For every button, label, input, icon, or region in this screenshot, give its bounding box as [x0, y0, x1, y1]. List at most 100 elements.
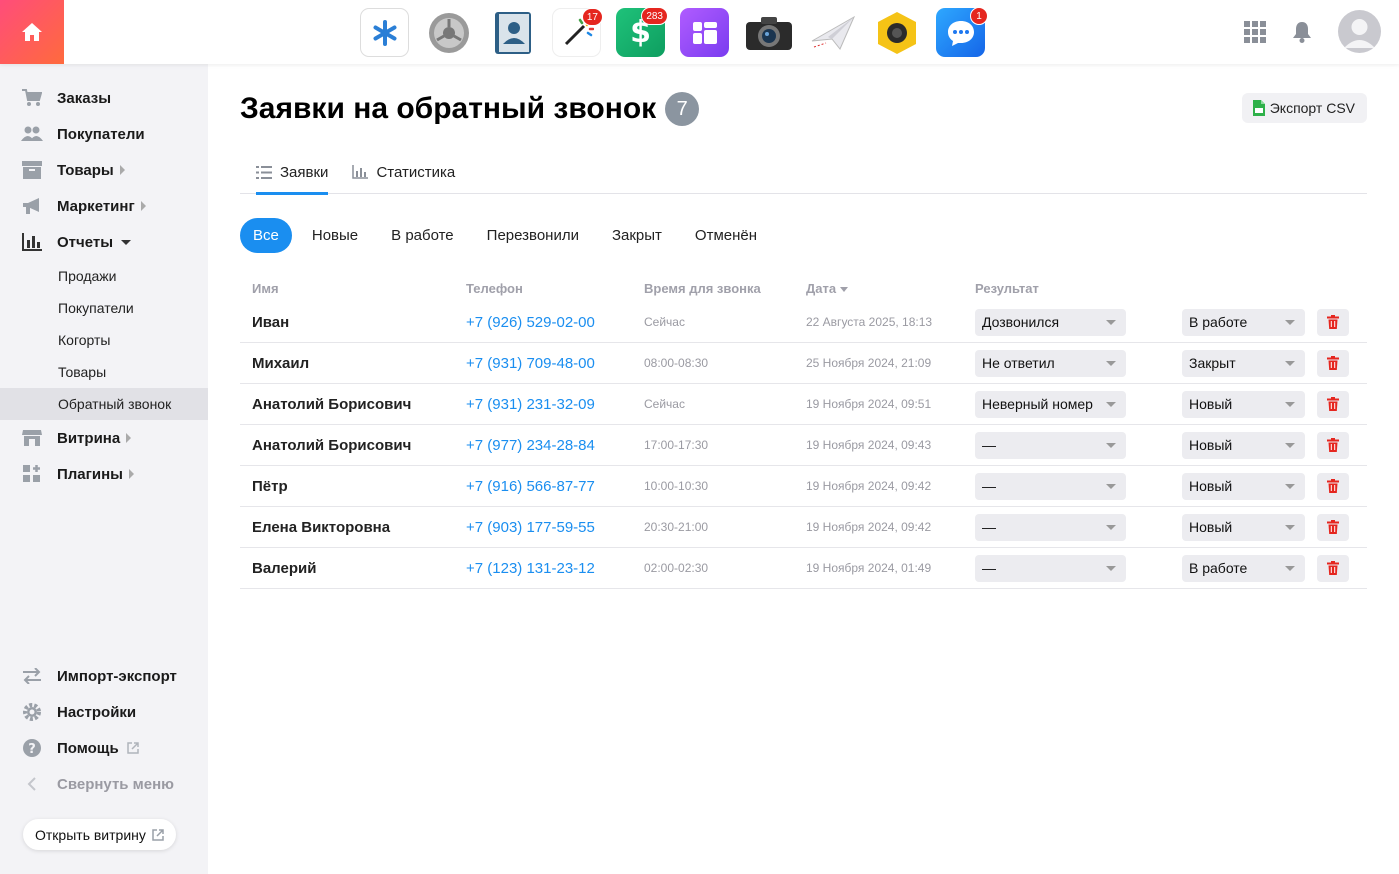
column-header-result[interactable]: Результат: [964, 281, 1182, 296]
sidebar-item-settings[interactable]: Настройки: [0, 694, 208, 730]
delete-button[interactable]: [1317, 431, 1349, 459]
sidebar-item-marketing[interactable]: Маркетинг: [0, 188, 208, 224]
status-select[interactable]: Новый: [1182, 513, 1305, 541]
status-select[interactable]: Новый: [1182, 431, 1305, 459]
call-time: 08:00-08:30: [644, 356, 709, 370]
table-header: Имя Телефон Время для звонка Дата Резуль…: [240, 274, 1367, 302]
paper-plane-app-icon[interactable]: [808, 8, 857, 57]
result-select[interactable]: —: [975, 513, 1126, 541]
phone-link[interactable]: +7 (977) 234-28-84: [454, 437, 632, 454]
column-header-date[interactable]: Дата: [794, 281, 964, 296]
contacts-book-app-icon[interactable]: [488, 8, 537, 57]
swap-arrows-icon: [21, 665, 43, 687]
status-select[interactable]: В работе: [1182, 308, 1305, 336]
camera-app-icon[interactable]: [744, 8, 793, 57]
status-select-value: В работе: [1189, 314, 1248, 330]
filter-closed[interactable]: Закрыт: [599, 218, 675, 253]
sidebar-item-label: Витрина: [57, 429, 121, 447]
result-select[interactable]: —: [975, 431, 1126, 459]
requester-name: Пётр: [252, 477, 288, 495]
status-select[interactable]: В работе: [1182, 554, 1305, 582]
tab-label: Заявки: [280, 163, 329, 181]
filter-called-back[interactable]: Перезвонили: [474, 218, 592, 253]
sidebar-item-label: Настройки: [57, 703, 137, 721]
sidebar: Заказы Покупатели Товары Маркетинг Отчет…: [0, 64, 208, 874]
sidebar-subitem-sales[interactable]: Продажи: [0, 260, 208, 292]
filter-all[interactable]: Все: [240, 218, 292, 253]
delete-button[interactable]: [1317, 308, 1349, 336]
sidebar-item-label: Помощь: [57, 739, 119, 757]
result-select[interactable]: Не ответил: [975, 349, 1126, 377]
sidebar-item-orders[interactable]: Заказы: [0, 80, 208, 116]
sidebar-subitem-customers[interactable]: Покупатели: [0, 292, 208, 324]
request-date: 22 Августа 2025, 18:13: [806, 315, 933, 329]
caret-down-icon: [1285, 401, 1295, 407]
trash-icon: [1327, 438, 1339, 452]
user-avatar-icon[interactable]: [1338, 10, 1381, 53]
status-select-value: Новый: [1189, 437, 1233, 453]
open-store-button[interactable]: Открыть витрину: [23, 819, 176, 850]
column-header-phone[interactable]: Телефон: [454, 281, 632, 296]
phone-link[interactable]: +7 (903) 177-59-55: [454, 519, 632, 536]
chat-app-icon[interactable]: 1: [936, 7, 988, 57]
webcam-app-icon[interactable]: [872, 8, 921, 57]
status-select[interactable]: Новый: [1182, 472, 1305, 500]
sidebar-item-products[interactable]: Товары: [0, 152, 208, 188]
chevron-down-icon: [121, 239, 132, 245]
sidebar-item-label: Заказы: [57, 89, 112, 107]
delete-button[interactable]: [1317, 554, 1349, 582]
sidebar-collapse-menu[interactable]: Свернуть меню: [0, 766, 208, 802]
result-select-value: —: [982, 478, 996, 494]
bell-icon[interactable]: [1292, 21, 1312, 43]
column-header-time[interactable]: Время для звонка: [632, 281, 794, 296]
sidebar-item-import-export[interactable]: Импорт-экспорт: [0, 658, 208, 694]
table-row: Валерий +7 (123) 131-23-12 02:00-02:30 1…: [240, 548, 1367, 589]
phone-link[interactable]: +7 (931) 231-32-09: [454, 396, 632, 413]
table-row: Иван +7 (926) 529-02-00 Сейчас 22 Август…: [240, 302, 1367, 343]
delete-button[interactable]: [1317, 390, 1349, 418]
result-select[interactable]: Дозвонился: [975, 308, 1126, 336]
filter-new[interactable]: Новые: [299, 218, 371, 253]
result-select[interactable]: —: [975, 554, 1126, 582]
dollar-app-icon[interactable]: $ 283: [616, 7, 668, 57]
delete-button[interactable]: [1317, 513, 1349, 541]
sidebar-item-customers[interactable]: Покупатели: [0, 116, 208, 152]
result-select-value: —: [982, 560, 996, 576]
delete-button[interactable]: [1317, 472, 1349, 500]
phone-link[interactable]: +7 (926) 529-02-00: [454, 314, 632, 331]
status-select-value: В работе: [1189, 560, 1248, 576]
sidebar-subitem-products[interactable]: Товары: [0, 356, 208, 388]
home-button[interactable]: [0, 0, 64, 64]
filter-in-progress[interactable]: В работе: [378, 218, 467, 253]
delete-button[interactable]: [1317, 349, 1349, 377]
settings-gear-app-icon[interactable]: [424, 8, 473, 57]
snowflake-app-icon[interactable]: [360, 8, 409, 57]
phone-link[interactable]: +7 (123) 131-23-12: [454, 560, 632, 577]
tab-requests[interactable]: Заявки: [240, 150, 329, 195]
export-csv-button[interactable]: Экспорт CSV: [1241, 93, 1367, 123]
phone-link[interactable]: +7 (931) 709-48-00: [454, 355, 632, 372]
magic-wand-app-icon[interactable]: 17: [552, 8, 603, 57]
apps-grid-icon[interactable]: [1244, 20, 1266, 43]
result-select-value: Неверный номер: [982, 396, 1093, 412]
result-select[interactable]: —: [975, 472, 1126, 500]
sidebar-item-plugins[interactable]: Плагины: [0, 456, 208, 492]
purple-widgets-app-icon[interactable]: [680, 8, 729, 57]
sidebar-item-help[interactable]: ? Помощь: [0, 730, 208, 766]
phone-link[interactable]: +7 (916) 566-87-77: [454, 478, 632, 495]
tab-statistics[interactable]: Статистика: [336, 150, 471, 194]
app-badge: 283: [641, 7, 668, 25]
external-link-icon: [126, 742, 139, 754]
caret-down-icon: [1106, 483, 1116, 489]
result-select[interactable]: Неверный номер: [975, 390, 1126, 418]
status-select[interactable]: Новый: [1182, 390, 1305, 418]
sidebar-subitem-callback[interactable]: Обратный звонок: [0, 388, 208, 420]
call-time: 10:00-10:30: [644, 479, 709, 493]
sidebar-item-reports[interactable]: Отчеты: [0, 224, 208, 260]
column-header-name[interactable]: Имя: [240, 281, 454, 296]
sidebar-subitem-cohorts[interactable]: Когорты: [0, 324, 208, 356]
status-cell: Новый: [1182, 513, 1317, 541]
filter-cancelled[interactable]: Отменён: [682, 218, 770, 253]
status-select[interactable]: Закрыт: [1182, 349, 1305, 377]
sidebar-item-storefront[interactable]: Витрина: [0, 420, 208, 456]
